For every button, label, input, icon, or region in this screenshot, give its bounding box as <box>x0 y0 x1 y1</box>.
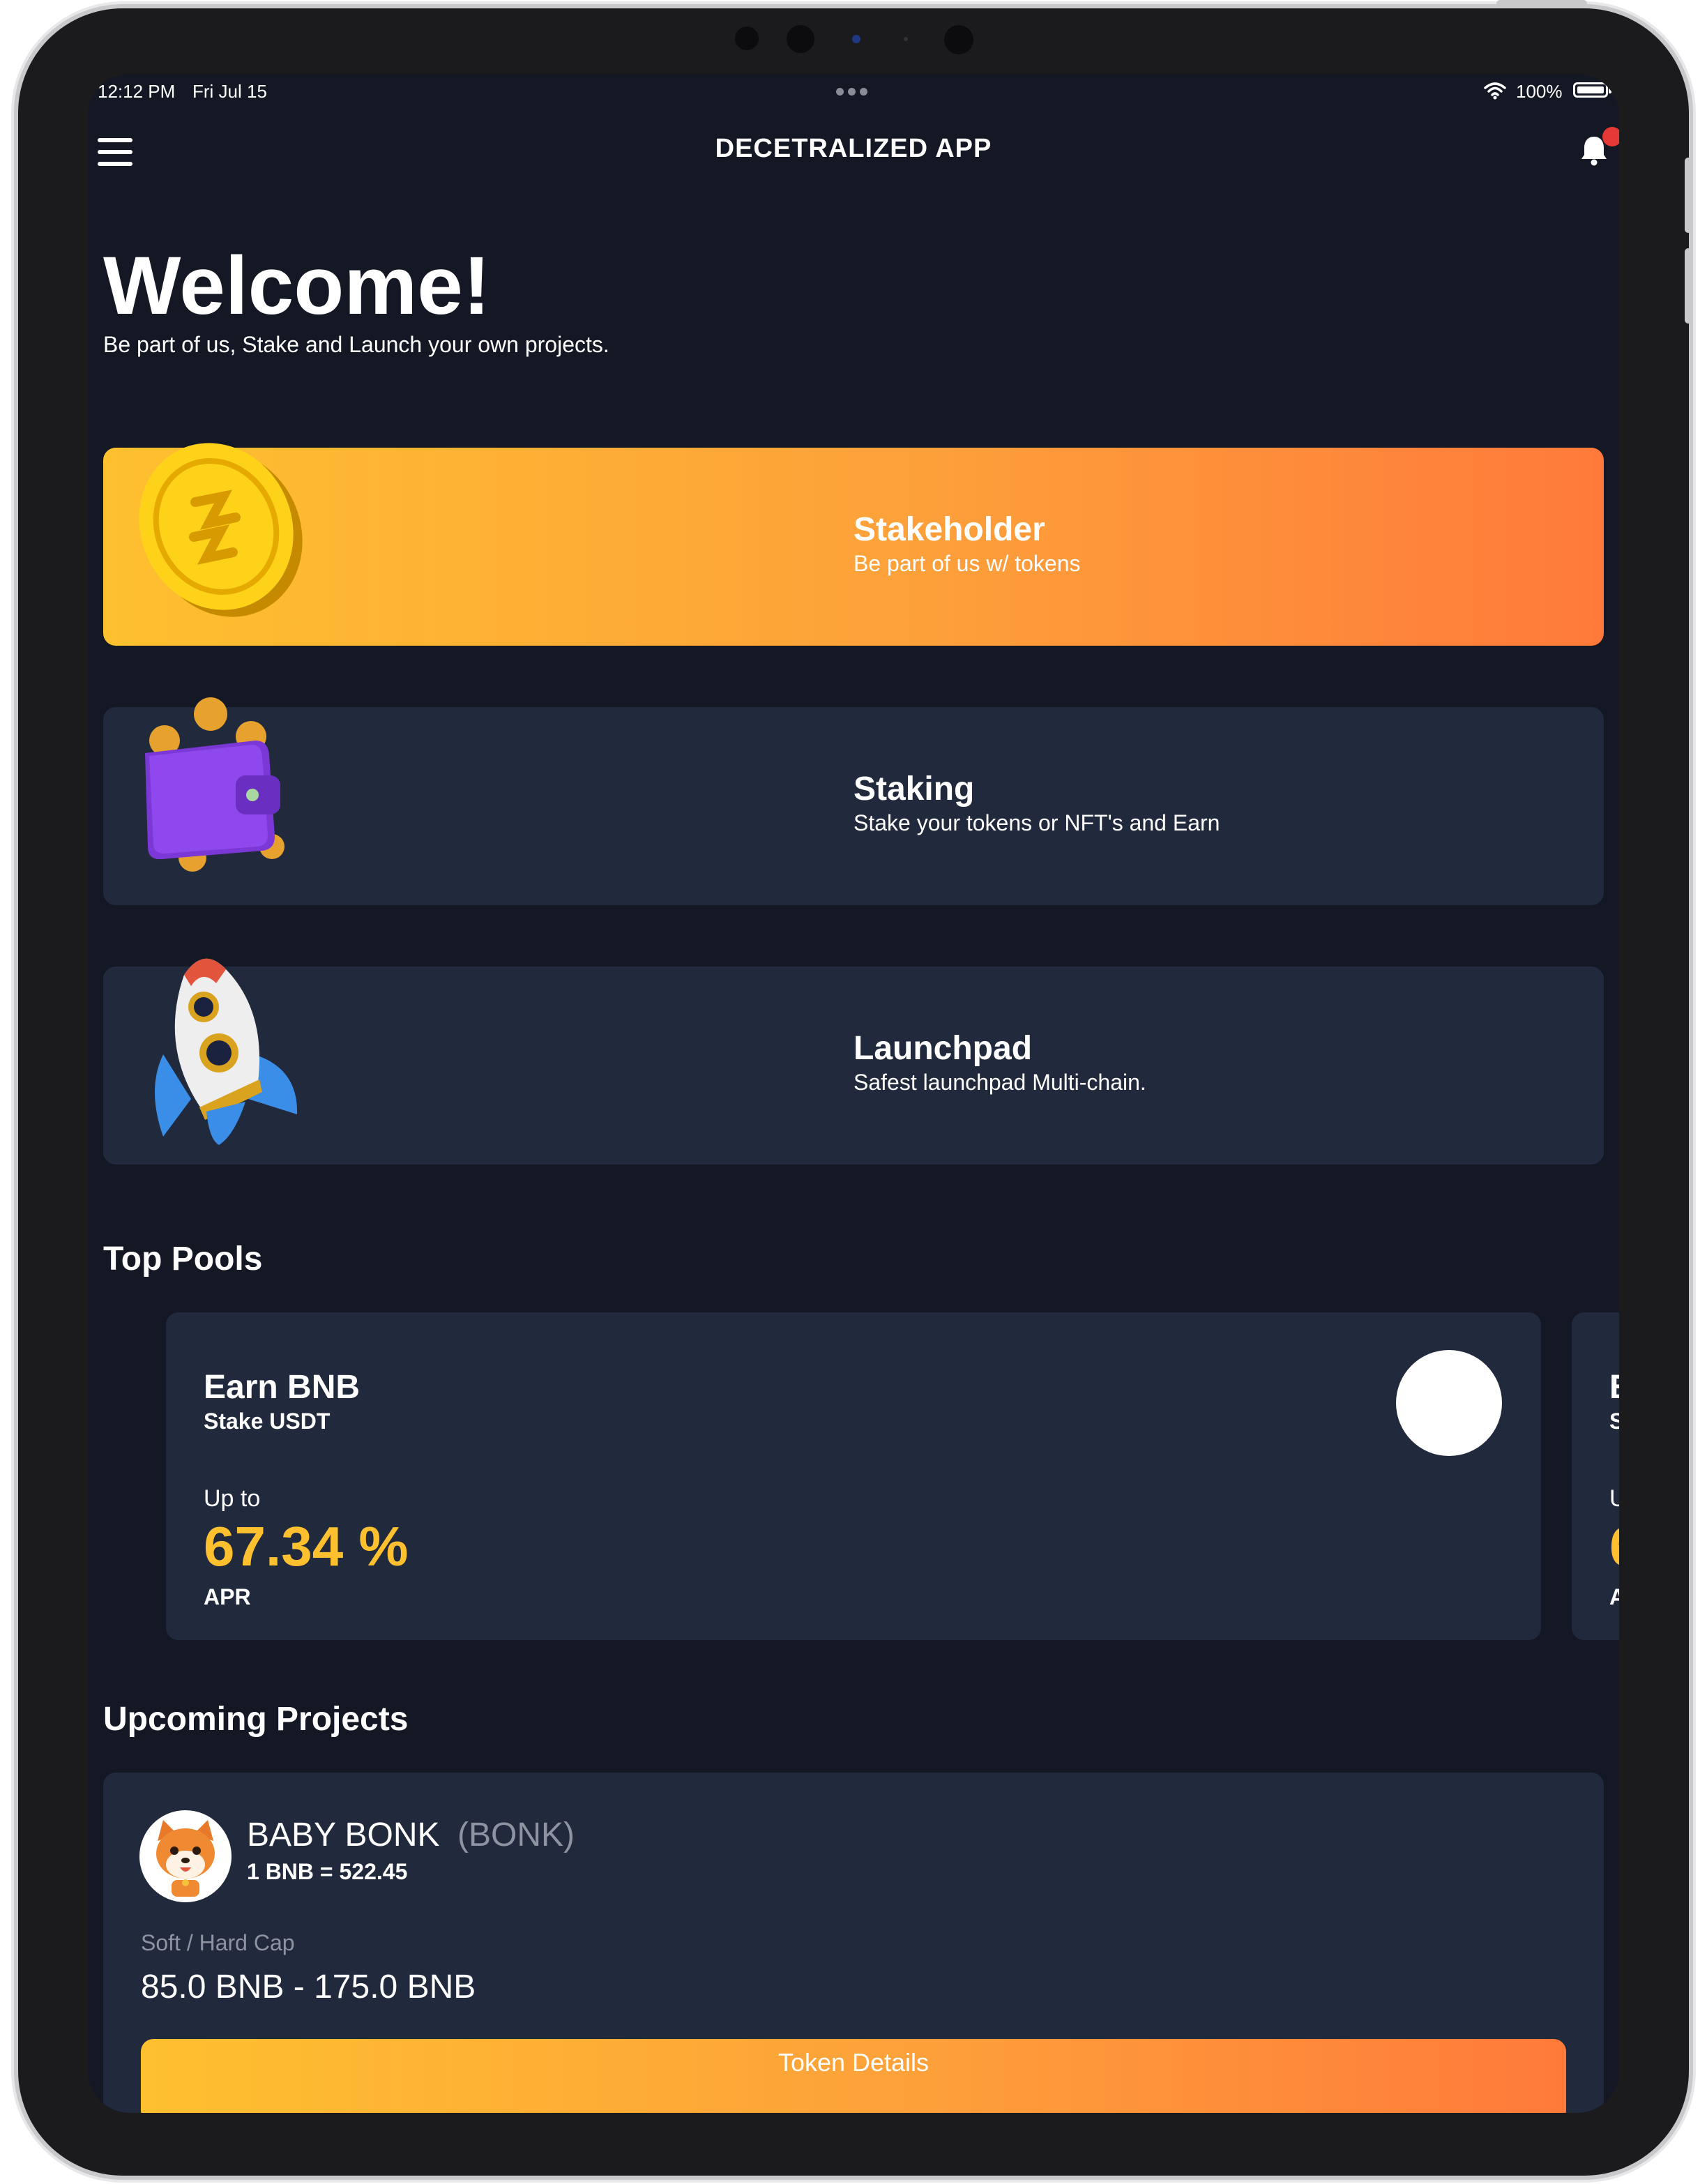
welcome-subtitle: Be part of us, Stake and Launch your own… <box>103 332 609 357</box>
pool-stake: Stake USDT <box>204 1409 331 1434</box>
card-title: Stakeholder <box>854 511 1045 548</box>
volume-up-button <box>1685 158 1692 233</box>
pool-card[interactable]: Earn BNB Stake USDT Up to 67.34 % APR <box>166 1312 1541 1640</box>
card-title: Launchpad <box>854 1030 1033 1067</box>
pool-up-to-label: Up to <box>204 1485 261 1512</box>
card-title: Staking <box>854 771 975 807</box>
pool-earn: Earn BNB <box>204 1369 361 1406</box>
camera-lens <box>852 35 860 43</box>
cap-value: 85.0 BNB - 175.0 BNB <box>141 1969 476 2005</box>
camera-dot <box>944 25 973 54</box>
card-subtitle: Be part of us w/ tokens <box>854 551 1081 576</box>
status-time: 12:12 PM <box>98 81 176 102</box>
status-date: Fri Jul 15 <box>192 81 267 102</box>
top-button <box>1496 0 1587 7</box>
stakeholder-card[interactable]: Stakeholder Be part of us w/ tokens <box>103 443 1604 646</box>
shiba-dog-icon <box>139 1810 232 1902</box>
wifi-icon <box>1484 81 1506 104</box>
welcome-heading: Welcome! <box>103 240 491 332</box>
launchpad-card[interactable]: Launchpad Safest launchpad Multi-chain. <box>103 958 1604 1165</box>
camera-dot <box>787 25 814 53</box>
pool-apr-value: 67.34 % <box>204 1515 409 1577</box>
cap-label: Soft / Hard Cap <box>141 1930 295 1955</box>
app-screen: 12:12 PM Fri Jul 15 100% DECETRALIZED AP… <box>88 74 1619 2113</box>
pool-apr-label: APR <box>1609 1584 1619 1609</box>
pool-earn: Earn BNB <box>1609 1368 1619 1406</box>
wallet-icon <box>138 692 298 877</box>
pool-apr-value: 67.34 % <box>1609 1515 1619 1579</box>
multitasking-dots[interactable] <box>834 86 870 99</box>
camera-dot <box>735 26 759 50</box>
pool-stake: Stake USDT <box>1609 1409 1619 1434</box>
card-subtitle: Safest launchpad Multi-chain. <box>854 1070 1146 1095</box>
app-title: DECETRALIZED APP <box>715 134 992 163</box>
camera-dot <box>904 37 908 41</box>
project-card[interactable]: BABY BONK (BONK) 1 BNB = 522.45 Soft / H… <box>103 1773 1604 2113</box>
staking-card[interactable]: Staking Stake your tokens or NFT's and E… <box>103 697 1604 905</box>
pool-up-to-label: Up to <box>1609 1485 1619 1512</box>
card-subtitle: Stake your tokens or NFT's and Earn <box>854 810 1220 835</box>
pool-apr-label: APR <box>204 1584 251 1609</box>
project-symbol: (BONK) <box>457 1817 575 1853</box>
pool-card-next[interactable]: Earn BNB Stake USDT Up to 67.34 % APR <box>1572 1312 1619 1640</box>
project-rate: 1 BNB = 522.45 <box>247 1859 408 1884</box>
battery-percent: 100% <box>1516 81 1563 102</box>
pool-token-logo <box>1396 1350 1502 1456</box>
battery-icon <box>1573 82 1611 98</box>
token-details-button[interactable]: Token Details <box>141 2039 1566 2113</box>
section-title-upcoming-projects: Upcoming Projects <box>103 1701 409 1738</box>
notification-badge <box>1602 127 1619 146</box>
rocket-icon <box>142 950 303 1148</box>
section-title-top-pools: Top Pools <box>103 1241 263 1277</box>
project-name: BABY BONK <box>247 1817 440 1853</box>
volume-down-button <box>1685 248 1692 324</box>
gold-coin-icon <box>131 432 305 624</box>
